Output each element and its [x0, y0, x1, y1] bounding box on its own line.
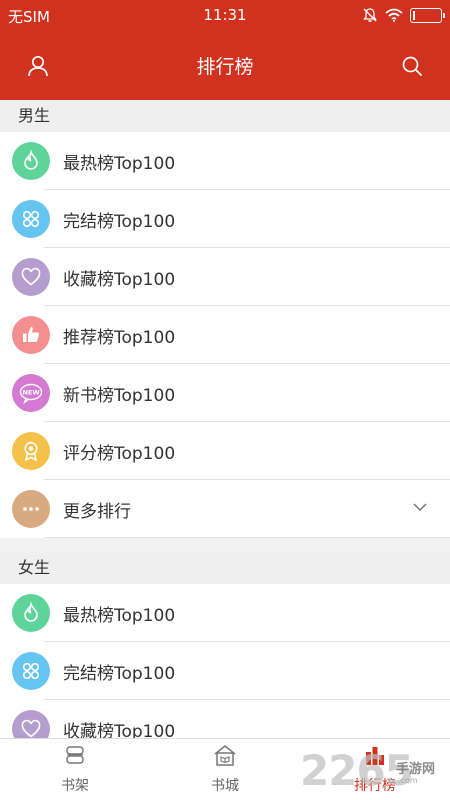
ranking-row-label: 完结榜Top100: [63, 211, 176, 232]
ranking-list: 男生 最热榜Top100 完结榜Top100 收藏榜Top100 推荐榜Top1…: [0, 100, 450, 738]
bottom-tab-bar: 书架 书城 排行榜: [0, 738, 450, 800]
ranking-row-male-hot[interactable]: 最热榜Top100: [0, 132, 450, 190]
search-icon: [402, 56, 422, 76]
ranking-row-male-recommend[interactable]: 推荐榜Top100: [0, 306, 450, 364]
ranking-row-male-finished[interactable]: 完结榜Top100: [0, 190, 450, 248]
tab-ranking[interactable]: 排行榜: [300, 739, 450, 800]
bookshelf-icon: [0, 743, 150, 769]
medal-icon: [12, 432, 50, 470]
page-title: 排行榜: [196, 56, 254, 78]
section-header-female: 女生: [0, 552, 450, 584]
search-button[interactable]: [394, 48, 430, 84]
ranking-row-female-finished[interactable]: 完结榜Top100: [0, 642, 450, 700]
ranking-row-male-favorite[interactable]: 收藏榜Top100: [0, 248, 450, 306]
navigation-bar: 排行榜: [0, 32, 450, 100]
ranking-row-male-new[interactable]: NEW 新书榜Top100: [0, 364, 450, 422]
status-icons: [362, 7, 445, 23]
ranking-row-label: 最热榜Top100: [63, 605, 176, 626]
battery-level: [413, 10, 415, 20]
tab-label: 书城: [211, 778, 239, 794]
ranking-row-label: 新书榜Top100: [63, 385, 176, 406]
ranking-row-label: 完结榜Top100: [63, 663, 176, 684]
heart-icon: [12, 710, 50, 738]
tab-label: 书架: [61, 778, 89, 794]
battery-icon: [410, 7, 445, 23]
wifi-icon: [385, 8, 403, 22]
ranking-icon: [300, 743, 450, 769]
new-badge-icon: NEW: [12, 374, 50, 412]
section-divider: [0, 538, 450, 552]
ranking-row-label: 推荐榜Top100: [63, 327, 176, 348]
more-icon: [12, 490, 50, 528]
new-badge-text: NEW: [22, 389, 39, 397]
bookstore-icon: [150, 743, 300, 769]
tab-bookshelf[interactable]: 书架: [0, 739, 150, 800]
grid-icon: [12, 652, 50, 690]
heart-icon: [12, 258, 50, 296]
top-bar: 无SIM 11:31 排行榜: [0, 0, 450, 100]
tab-bookstore[interactable]: 书城: [150, 739, 300, 800]
ranking-row-male-more[interactable]: 更多排行: [0, 480, 450, 538]
ranking-row-label: 评分榜Top100: [63, 443, 176, 464]
grid-icon: [12, 200, 50, 238]
ranking-row-female-hot[interactable]: 最热榜Top100: [0, 584, 450, 642]
ranking-row-label: 更多排行: [63, 501, 131, 522]
ranking-row-label: 最热榜Top100: [63, 153, 176, 174]
ranking-row-label: 收藏榜Top100: [63, 269, 176, 290]
ranking-row-female-favorite[interactable]: 收藏榜Top100: [0, 700, 450, 738]
thumb-up-icon: [12, 316, 50, 354]
ranking-row-male-rating[interactable]: 评分榜Top100: [0, 422, 450, 480]
status-bar: 无SIM 11:31: [0, 0, 450, 32]
flame-icon: [12, 594, 50, 632]
tab-label: 排行榜: [354, 778, 396, 794]
chevron-down-icon[interactable]: [412, 501, 428, 513]
mute-bell-icon: [363, 8, 377, 22]
flame-icon: [12, 142, 50, 180]
ranking-row-label: 收藏榜Top100: [63, 721, 176, 739]
section-header-male: 男生: [0, 100, 450, 132]
